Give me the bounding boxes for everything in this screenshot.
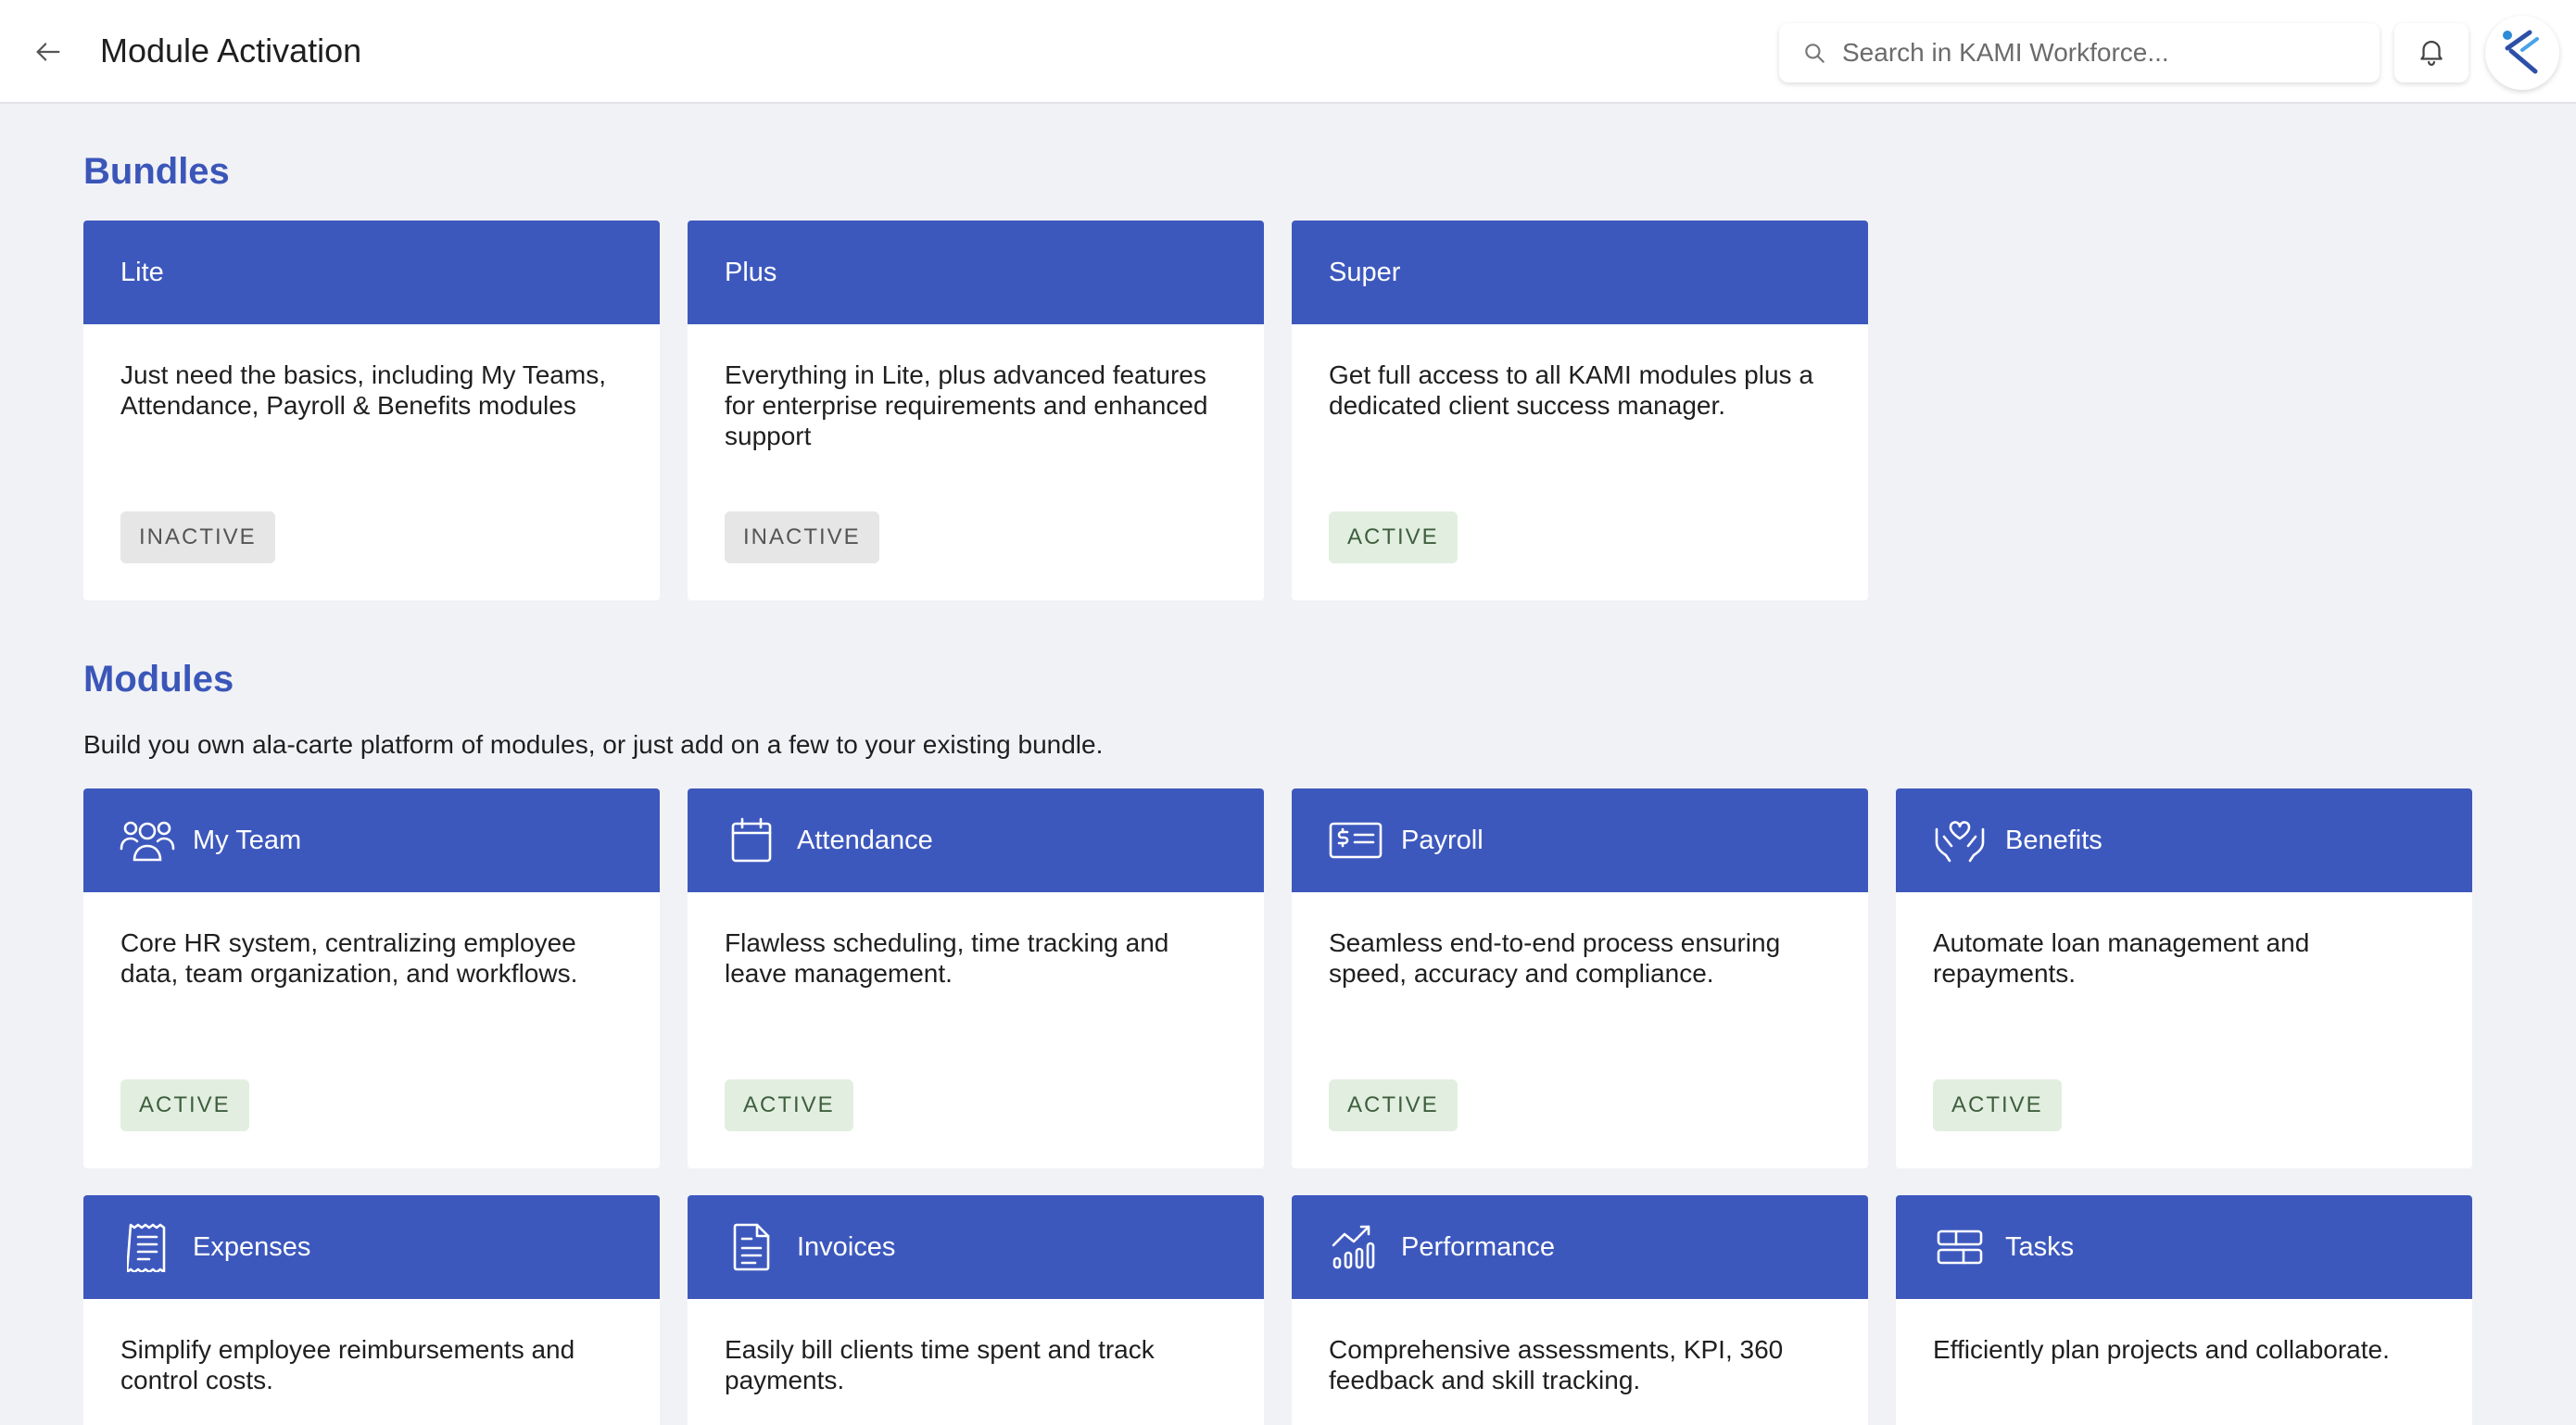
card-title: Expenses bbox=[193, 1231, 311, 1262]
module-card-expenses[interactable]: Expenses Simplify employee reimbursement… bbox=[83, 1195, 660, 1425]
module-card-benefits[interactable]: Benefits Automate loan management and re… bbox=[1896, 788, 2472, 1168]
status-badge: ACTIVE bbox=[1933, 1079, 2062, 1131]
module-card-my-team[interactable]: My Team Core HR system, centralizing emp… bbox=[83, 788, 660, 1168]
module-card-tasks[interactable]: Tasks Efficiently plan projects and coll… bbox=[1896, 1195, 2472, 1425]
bundle-card-plus[interactable]: Plus Everything in Lite, plus advanced f… bbox=[688, 221, 1264, 600]
card-header: My Team bbox=[83, 788, 660, 892]
card-description: Flawless scheduling, time tracking and l… bbox=[725, 928, 1169, 988]
card-description: Core HR system, centralizing employee da… bbox=[120, 928, 578, 988]
card-header: Payroll bbox=[1292, 788, 1868, 892]
card-description: Seamless end-to-end process ensuring spe… bbox=[1329, 928, 1781, 988]
status-badge: INACTIVE bbox=[725, 511, 879, 563]
back-arrow-icon[interactable] bbox=[26, 30, 70, 74]
calendar-icon bbox=[723, 812, 780, 869]
card-header: Performance bbox=[1292, 1195, 1868, 1299]
search-input[interactable] bbox=[1842, 38, 2361, 68]
avatar[interactable] bbox=[2485, 16, 2559, 90]
card-description: Automate loan management and repayments. bbox=[1933, 928, 2310, 988]
notifications-button[interactable] bbox=[2394, 23, 2469, 82]
tasks-icon bbox=[1931, 1218, 1989, 1276]
modules-subtitle: Build you own ala-carte platform of modu… bbox=[83, 730, 1104, 759]
card-description: Everything in Lite, plus advanced featur… bbox=[725, 360, 1208, 450]
card-description: Get full access to all KAMI modules plus… bbox=[1329, 360, 1813, 420]
card-description: Just need the basics, including My Teams… bbox=[120, 360, 606, 420]
page-title: Module Activation bbox=[100, 32, 362, 69]
search-box[interactable] bbox=[1779, 23, 2380, 82]
card-header: Invoices bbox=[688, 1195, 1264, 1299]
card-header: Benefits bbox=[1896, 788, 2472, 892]
card-title: Payroll bbox=[1401, 825, 1484, 855]
card-title: My Team bbox=[193, 825, 302, 855]
bundle-card-super[interactable]: Super Get full access to all KAMI module… bbox=[1292, 221, 1868, 600]
bell-icon bbox=[2416, 35, 2447, 71]
card-description: Easily bill clients time spent and track… bbox=[725, 1335, 1155, 1394]
invoice-icon bbox=[723, 1218, 780, 1276]
top-bar: Module Activation bbox=[0, 0, 2576, 104]
module-card-performance[interactable]: Performance Comprehensive assessments, K… bbox=[1292, 1195, 1868, 1425]
status-badge: ACTIVE bbox=[120, 1079, 249, 1131]
search-icon bbox=[1799, 38, 1829, 68]
card-header: Plus bbox=[688, 221, 1264, 324]
card-title: Performance bbox=[1401, 1231, 1556, 1262]
card-header: Super bbox=[1292, 221, 1868, 324]
card-description: Simplify employee reimbursements and con… bbox=[120, 1335, 575, 1394]
module-card-payroll[interactable]: Payroll Seamless end-to-end process ensu… bbox=[1292, 788, 1868, 1168]
receipt-icon bbox=[119, 1218, 176, 1276]
card-header: Attendance bbox=[688, 788, 1264, 892]
card-title: Benefits bbox=[2005, 825, 2102, 855]
status-badge: ACTIVE bbox=[1329, 1079, 1458, 1131]
status-badge: ACTIVE bbox=[1329, 511, 1458, 563]
status-badge: ACTIVE bbox=[725, 1079, 853, 1131]
card-description: Comprehensive assessments, KPI, 360 feed… bbox=[1329, 1335, 1784, 1394]
performance-icon bbox=[1327, 1218, 1384, 1276]
card-title: Plus bbox=[725, 257, 777, 287]
card-header: Tasks bbox=[1896, 1195, 2472, 1299]
card-title: Attendance bbox=[797, 825, 933, 855]
bundle-card-lite[interactable]: Lite Just need the basics, including My … bbox=[83, 221, 660, 600]
status-badge: INACTIVE bbox=[120, 511, 275, 563]
card-description: Efficiently plan projects and collaborat… bbox=[1933, 1335, 2390, 1364]
payroll-icon bbox=[1327, 812, 1384, 869]
card-title: Super bbox=[1329, 257, 1401, 287]
module-card-invoices[interactable]: Invoices Easily bill clients time spent … bbox=[688, 1195, 1264, 1425]
bundles-heading: Bundles bbox=[83, 151, 230, 192]
team-icon bbox=[119, 812, 176, 869]
benefits-icon bbox=[1931, 812, 1989, 869]
card-title: Lite bbox=[120, 257, 164, 287]
card-header: Expenses bbox=[83, 1195, 660, 1299]
card-title: Invoices bbox=[797, 1231, 896, 1262]
card-title: Tasks bbox=[2005, 1231, 2075, 1262]
kami-logo-icon bbox=[2494, 23, 2550, 83]
module-card-attendance[interactable]: Attendance Flawless scheduling, time tra… bbox=[688, 788, 1264, 1168]
modules-heading: Modules bbox=[83, 659, 234, 700]
card-header: Lite bbox=[83, 221, 660, 324]
